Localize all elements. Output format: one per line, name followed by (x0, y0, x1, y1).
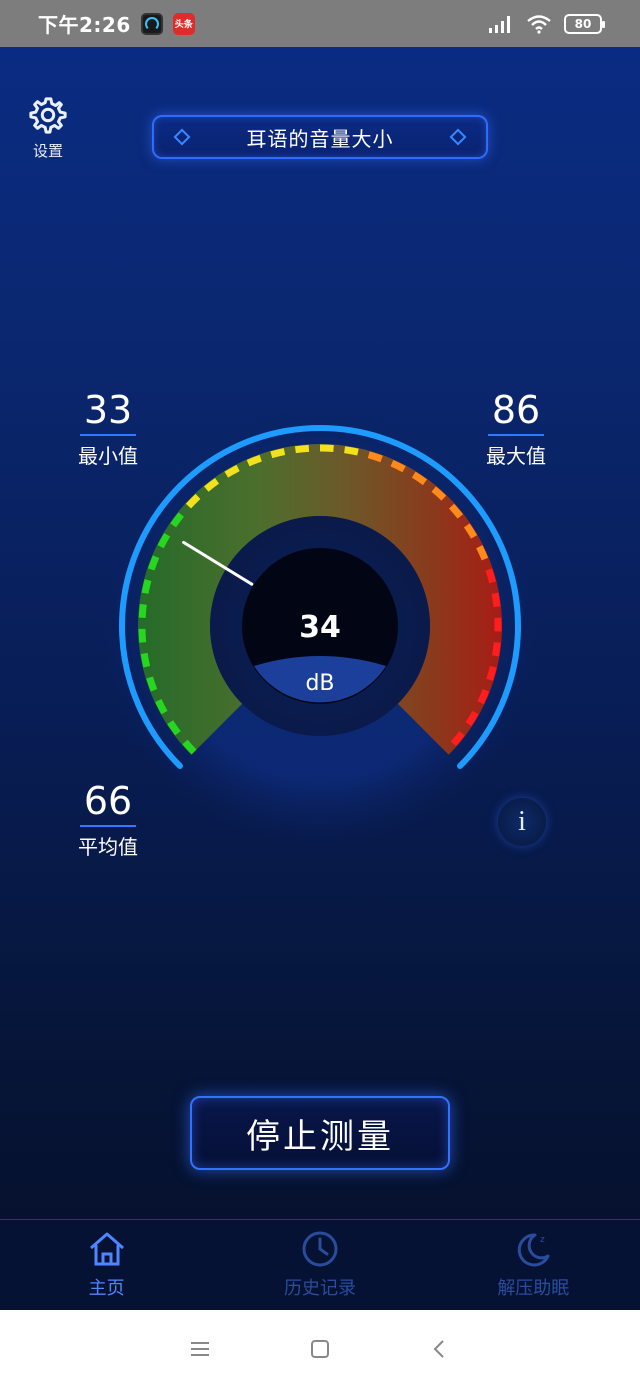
nav-label-home: 主页 (88, 1278, 125, 1299)
system-nav-bar (0, 1310, 640, 1387)
back-icon (433, 1339, 444, 1358)
gauge-tick (138, 603, 147, 618)
svg-text:z: z (540, 1235, 545, 1245)
clock-icon (302, 1231, 338, 1267)
gauge-tick (485, 568, 496, 584)
gauge-tick (138, 628, 147, 643)
decibel-gauge: 34 dB (98, 404, 542, 848)
gauge-tick (294, 444, 310, 454)
gauge-tick (492, 642, 501, 657)
nav-item-home[interactable]: 主页 (0, 1220, 213, 1310)
square-icon (311, 1339, 329, 1358)
stop-measure-button[interactable]: 停止测量 (190, 1096, 450, 1170)
bottom-nav: 主页 历史记录 z 解压助眠 (0, 1219, 640, 1310)
moon-icon: z (518, 1233, 550, 1267)
menu-button[interactable] (180, 1329, 220, 1369)
gauge-tick (147, 555, 160, 571)
nav-label-history: 历史记录 (283, 1278, 356, 1299)
gauge-tick (141, 579, 152, 594)
gauge-tick (140, 652, 151, 668)
gauge-tick (246, 454, 262, 467)
info-button[interactable]: i (498, 798, 546, 846)
gauge-tick (344, 446, 359, 456)
gauge-tick (367, 451, 383, 463)
gauge-tick (146, 676, 158, 692)
home-system-button[interactable] (300, 1329, 340, 1369)
back-button[interactable] (420, 1329, 460, 1369)
menu-icon (191, 1341, 209, 1356)
nav-item-history[interactable]: 历史记录 (213, 1220, 426, 1310)
gauge-tick (486, 665, 497, 681)
gauge-tick (270, 448, 286, 459)
nav-label-sleep: 解压助眠 (497, 1278, 570, 1299)
gauge-unit: dB (305, 671, 334, 696)
gauge-tick (491, 592, 501, 608)
home-icon (89, 1232, 124, 1266)
gauge-tick (319, 444, 334, 453)
nav-item-sleep[interactable]: z 解压助眠 (427, 1220, 640, 1310)
gauge-reading: 34 (299, 610, 341, 645)
